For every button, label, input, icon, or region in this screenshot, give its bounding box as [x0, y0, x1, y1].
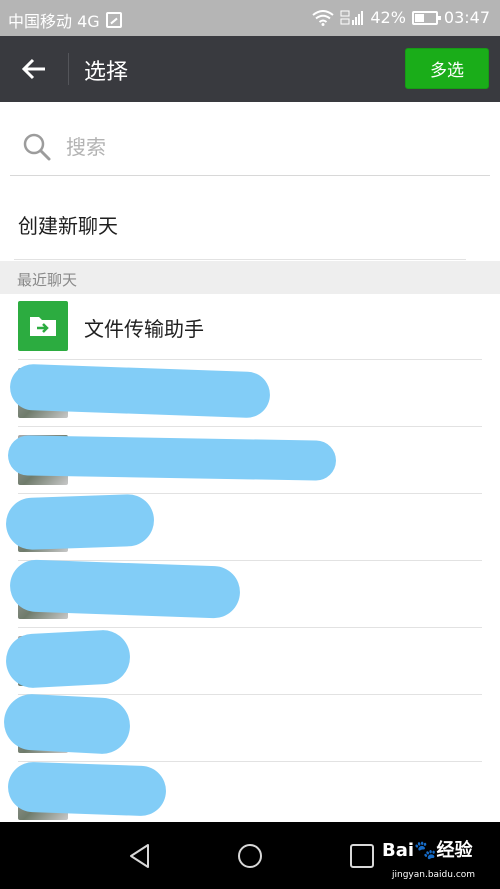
redaction-mark [5, 493, 155, 551]
divider [14, 259, 466, 260]
search-icon [23, 133, 51, 161]
create-new-chat-item[interactable]: 创建新聊天 [0, 186, 500, 260]
system-nav-bar: Bai🐾经验 jingyan.baidu.com [0, 822, 500, 889]
create-new-chat-label: 创建新聊天 [18, 214, 118, 238]
search-input[interactable] [66, 130, 466, 164]
redaction-mark [2, 692, 132, 756]
watermark-url: jingyan.baidu.com [392, 870, 476, 880]
wifi-icon [312, 9, 334, 26]
folder-arrow-icon [18, 301, 68, 351]
back-button[interactable] [14, 50, 54, 88]
nav-recents-icon[interactable] [346, 840, 378, 872]
clock: 03:47 [443, 8, 490, 27]
nav-back-icon[interactable] [124, 840, 156, 872]
section-title: 最近聊天 [17, 271, 78, 289]
redaction-mark [7, 435, 337, 481]
search-bar [10, 118, 490, 176]
nav-home-icon[interactable] [234, 840, 266, 872]
signal-icon [340, 9, 364, 27]
recent-chats-header: 最近聊天 [0, 261, 500, 294]
multi-select-button[interactable]: 多选 [405, 48, 489, 89]
sim-image-icon [105, 12, 122, 28]
toolbar: 选择 多选 [0, 36, 500, 102]
status-bar: 中国移动 4G 42% 03:47 [0, 0, 500, 36]
chat-name: 文件传输助手 [84, 317, 204, 341]
redaction-mark [4, 628, 132, 690]
battery-percent: 42% [370, 8, 406, 27]
page-title: 选择 [84, 60, 129, 85]
battery-icon [411, 10, 441, 25]
redaction-mark [7, 761, 167, 817]
redaction-mark [9, 559, 241, 619]
chat-row-file-transfer[interactable]: 文件传输助手 [0, 293, 500, 360]
carrier-label: 中国移动 4G [8, 12, 100, 31]
arrow-left-icon [21, 58, 45, 80]
toolbar-divider [68, 53, 69, 85]
redaction-mark [9, 363, 271, 419]
watermark-logo: Bai🐾经验 [382, 840, 473, 861]
